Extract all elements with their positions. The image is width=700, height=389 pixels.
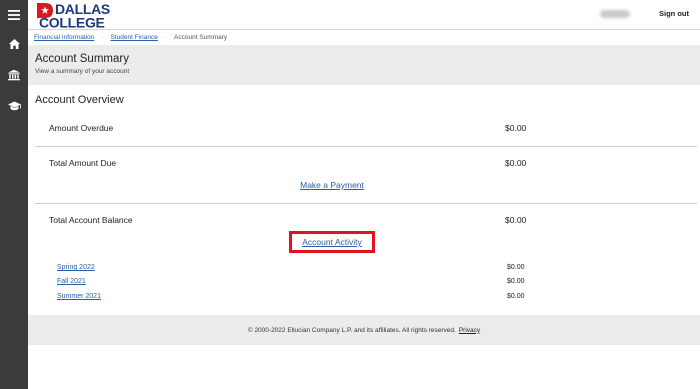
breadcrumb-financial-information[interactable]: Financial Information	[34, 34, 94, 41]
total-account-balance-label: Total Account Balance	[49, 215, 133, 225]
amount-overdue-value: $0.00	[505, 123, 527, 133]
breadcrumb-student-finance[interactable]: Student Finance	[111, 34, 158, 41]
term-link-summer-2021[interactable]: Summer 2021	[57, 293, 101, 300]
privacy-link[interactable]: Privacy	[459, 327, 480, 334]
breadcrumb-account-summary: Account Summary	[174, 33, 228, 41]
term-link-spring-2022[interactable]: Spring 2022	[57, 264, 95, 271]
breadcrumb: Financial Information · Student Finance …	[28, 30, 700, 44]
bank-icon[interactable]	[0, 61, 28, 89]
breadcrumb-separator: ·	[164, 33, 168, 41]
make-a-payment-link[interactable]: Make a Payment	[282, 180, 382, 190]
user-name-blurred	[600, 10, 630, 18]
account-overview-title: Account Overview	[35, 94, 124, 106]
page-header: Account Summary View a summary of your a…	[28, 45, 700, 85]
page-subtitle: View a summary of your account	[35, 68, 130, 75]
breadcrumb-separator: ·	[101, 33, 104, 41]
graduation-cap-icon[interactable]	[0, 92, 28, 120]
divider	[35, 203, 697, 204]
term-value-spring-2022: $0.00	[507, 264, 525, 271]
total-amount-due-label: Total Amount Due	[49, 158, 117, 168]
sign-out-button[interactable]: Sign out	[659, 9, 689, 18]
left-nav-rail	[0, 0, 28, 389]
dallas-college-logo[interactable]: DALLAS COLLEGE	[36, 1, 140, 29]
footer-copyright: © 2000-2022 Ellucian Company L.P. and it…	[247, 326, 456, 334]
account-activity-link[interactable]: Account Activity	[289, 237, 375, 247]
total-account-balance-value: $0.00	[505, 215, 527, 225]
divider	[35, 146, 697, 147]
page-title: Account Summary	[35, 53, 129, 65]
term-value-fall-2021: $0.00	[507, 278, 525, 285]
amount-overdue-label: Amount Overdue	[49, 123, 114, 133]
logo-line2: COLLEGE	[39, 15, 105, 30]
total-amount-due-value: $0.00	[505, 158, 527, 168]
top-bar: DALLAS COLLEGE Sign out	[28, 0, 700, 30]
hamburger-menu-icon[interactable]	[0, 1, 28, 29]
term-link-fall-2021[interactable]: Fall 2021	[57, 278, 86, 285]
home-icon[interactable]	[0, 30, 28, 58]
footer: © 2000-2022 Ellucian Company L.P. and it…	[28, 315, 700, 345]
term-value-summer-2021: $0.00	[507, 293, 525, 300]
